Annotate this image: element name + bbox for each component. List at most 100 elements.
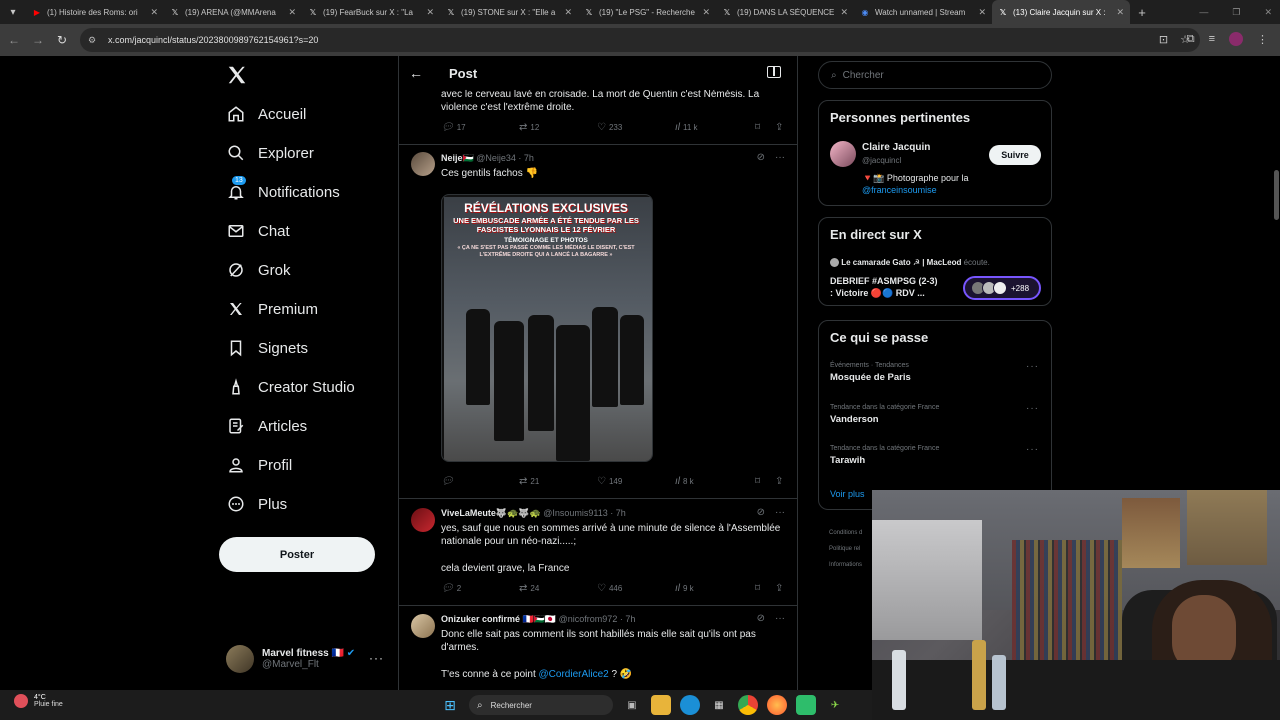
bio-link[interactable]: @franceinsoumise (862, 185, 937, 195)
grok-icon[interactable]: ⊘ (757, 613, 765, 624)
live-listeners-pill[interactable]: +288 (963, 276, 1041, 300)
app-icon[interactable]: ✈ (825, 695, 845, 715)
reply-button[interactable]: 💬︎ (441, 476, 454, 487)
site-info-icon[interactable]: ⚙ (88, 35, 100, 46)
more-icon[interactable]: ··· (775, 613, 785, 624)
app-icon[interactable] (796, 695, 816, 715)
close-icon[interactable]: ✕ (702, 7, 710, 18)
browser-tab[interactable]: ▶ (1) Histoire des Roms: ori ✕ (26, 0, 164, 24)
search-input[interactable]: ⌕ Chercher (818, 61, 1052, 89)
browser-tab[interactable]: 𝕏 (19) ARENA (@MMArena ✕ (164, 0, 302, 24)
footer-link[interactable]: Politique rel (829, 541, 862, 557)
browser-tab[interactable]: ◉ Watch unnamed | Stream ✕ (854, 0, 992, 24)
forward-icon[interactable]: → (26, 33, 50, 47)
repost-button[interactable]: ⇄ 21 (519, 476, 539, 487)
more-icon[interactable]: ··· (775, 507, 785, 518)
firefox-icon[interactable] (767, 695, 787, 715)
close-icon[interactable]: ✕ (564, 7, 572, 18)
trend-item[interactable]: Événements · Tendances Mosquée de Paris (830, 362, 911, 383)
taskbar-search[interactable]: ⌕ Rechercher (469, 695, 613, 715)
chrome-icon[interactable] (738, 695, 758, 715)
close-icon[interactable]: ✕ (288, 7, 296, 18)
author-handle[interactable]: @Neije34 (476, 153, 516, 163)
person-handle[interactable]: @jacquincl (862, 156, 901, 165)
close-icon[interactable]: ✕ (150, 7, 158, 18)
author-handle[interactable]: @Insoumis9113 (543, 508, 608, 518)
more-icon[interactable]: ··· (369, 651, 384, 665)
tab-search-icon[interactable]: ▾ (0, 0, 26, 24)
browser-tab[interactable]: 𝕏 (19) FearBuck sur X : "La ✕ (302, 0, 440, 24)
browser-tab[interactable]: 𝕏 (19) STONE sur X : "Elle a ✕ (440, 0, 578, 24)
reply-button[interactable]: 💬︎ 17 (441, 122, 466, 133)
avatar[interactable] (411, 152, 435, 176)
back-icon[interactable]: ← (2, 33, 26, 47)
nav-item-plus[interactable]: Plus (226, 490, 287, 518)
browser-tab[interactable]: 𝕏 (19) DANS LA SÉQUENCE ✕ (716, 0, 854, 24)
tweet-time[interactable]: · 7h (620, 614, 636, 624)
like-button[interactable]: ♡ 446 (597, 583, 622, 594)
media-control-icon[interactable]: ≡ (1209, 33, 1215, 45)
share-button[interactable]: ⇪ (775, 122, 783, 133)
browser-tab-active[interactable]: 𝕏 (13) Claire Jacquin sur X : ✕ (992, 0, 1130, 24)
trend-item[interactable]: Tendance dans la catégorie France Tarawi… (830, 445, 939, 466)
scrollbar-thumb[interactable] (1274, 170, 1279, 220)
views-button[interactable]: ıl 11 k (675, 122, 698, 133)
author-name[interactable]: ViveLaMeute🐺🐢🐺🐢 (441, 508, 541, 518)
follow-button[interactable]: Suivre (989, 145, 1041, 165)
back-arrow-icon[interactable]: ← (409, 65, 427, 81)
windows-start-icon[interactable]: ⊞ (440, 695, 460, 715)
nav-item-articles[interactable]: Articles (226, 412, 307, 440)
author-name[interactable]: Neije🇵🇸 (441, 153, 474, 163)
views-button[interactable]: ıl 9 k (675, 583, 694, 594)
extensions-icon[interactable]: ⧉ (1187, 33, 1195, 46)
post-button[interactable]: Poster (219, 537, 375, 572)
bookmark-button[interactable]: ⌑ (755, 476, 760, 487)
tweet-time[interactable]: · 7h (518, 153, 534, 163)
nav-item-signets[interactable]: Signets (226, 334, 308, 362)
avatar[interactable] (411, 508, 435, 532)
like-button[interactable]: ♡ 233 (597, 122, 622, 133)
nav-item-notifications[interactable]: 13 Notifications (226, 176, 340, 206)
browser-tab[interactable]: 𝕏 (19) "Le PSG" - Recherche ✕ (578, 0, 716, 24)
footer-link[interactable]: Conditions d (829, 525, 862, 541)
bookmark-button[interactable]: ⌑ (755, 583, 760, 594)
close-icon[interactable]: ✕ (978, 7, 986, 18)
grok-icon[interactable]: ⊘ (757, 152, 765, 163)
maximize-icon[interactable]: ❐ (1232, 7, 1240, 18)
nav-item-profil[interactable]: Profil (226, 451, 292, 479)
tweet-time[interactable]: · 7h (610, 508, 626, 518)
close-icon[interactable]: ✕ (840, 7, 848, 18)
minimize-icon[interactable]: — (1199, 7, 1208, 17)
repost-button[interactable]: ⇄ 12 (519, 122, 539, 133)
close-icon[interactable]: ✕ (426, 7, 434, 18)
more-icon[interactable]: ··· (1026, 444, 1039, 455)
author-handle[interactable]: @nicofrom972 (559, 614, 618, 624)
more-icon[interactable]: ··· (1026, 361, 1039, 372)
task-view-icon[interactable]: ▣ (622, 695, 642, 715)
see-more-link[interactable]: Voir plus (830, 489, 865, 499)
x-logo-icon[interactable] (226, 64, 248, 86)
views-button[interactable]: ıl 8 k (675, 476, 694, 487)
store-icon[interactable]: ▦ (709, 695, 729, 715)
reader-mode-icon[interactable] (767, 66, 781, 78)
footer-link[interactable]: Informations (829, 557, 862, 573)
bookmark-button[interactable]: ⌑ (755, 122, 760, 133)
new-tab-icon[interactable]: + (1130, 5, 1154, 20)
reload-icon[interactable]: ↻ (50, 33, 74, 47)
nav-item-explorer[interactable]: Explorer (226, 139, 314, 167)
share-button[interactable]: ⇪ (775, 583, 783, 594)
edge-icon[interactable] (680, 695, 700, 715)
profile-avatar[interactable] (1229, 32, 1243, 46)
close-window-icon[interactable]: ✕ (1264, 7, 1272, 18)
mention-link[interactable]: @CordierAlice2 (539, 669, 609, 680)
nav-item-creator-studio[interactable]: Creator Studio (226, 373, 355, 401)
reply-button[interactable]: 💬︎ 2 (441, 583, 461, 594)
account-switcher[interactable]: Marvel fitness 🇫🇷 ✔ @Marvel_Flt ··· (226, 641, 386, 677)
browser-menu-icon[interactable]: ⋮ (1257, 33, 1268, 46)
close-icon[interactable]: ✕ (1116, 7, 1124, 18)
trend-item[interactable]: Tendance dans la catégorie France Vander… (830, 404, 939, 425)
share-button[interactable]: ⇪ (775, 476, 783, 487)
address-bar[interactable]: ⚙ x.com/jacquincl/status/202380098976215… (80, 28, 1200, 52)
live-title[interactable]: DEBRIEF #ASMPSG (2-3) : Victoire 🔴🔵 RDV … (830, 275, 938, 299)
file-explorer-icon[interactable] (651, 695, 671, 715)
